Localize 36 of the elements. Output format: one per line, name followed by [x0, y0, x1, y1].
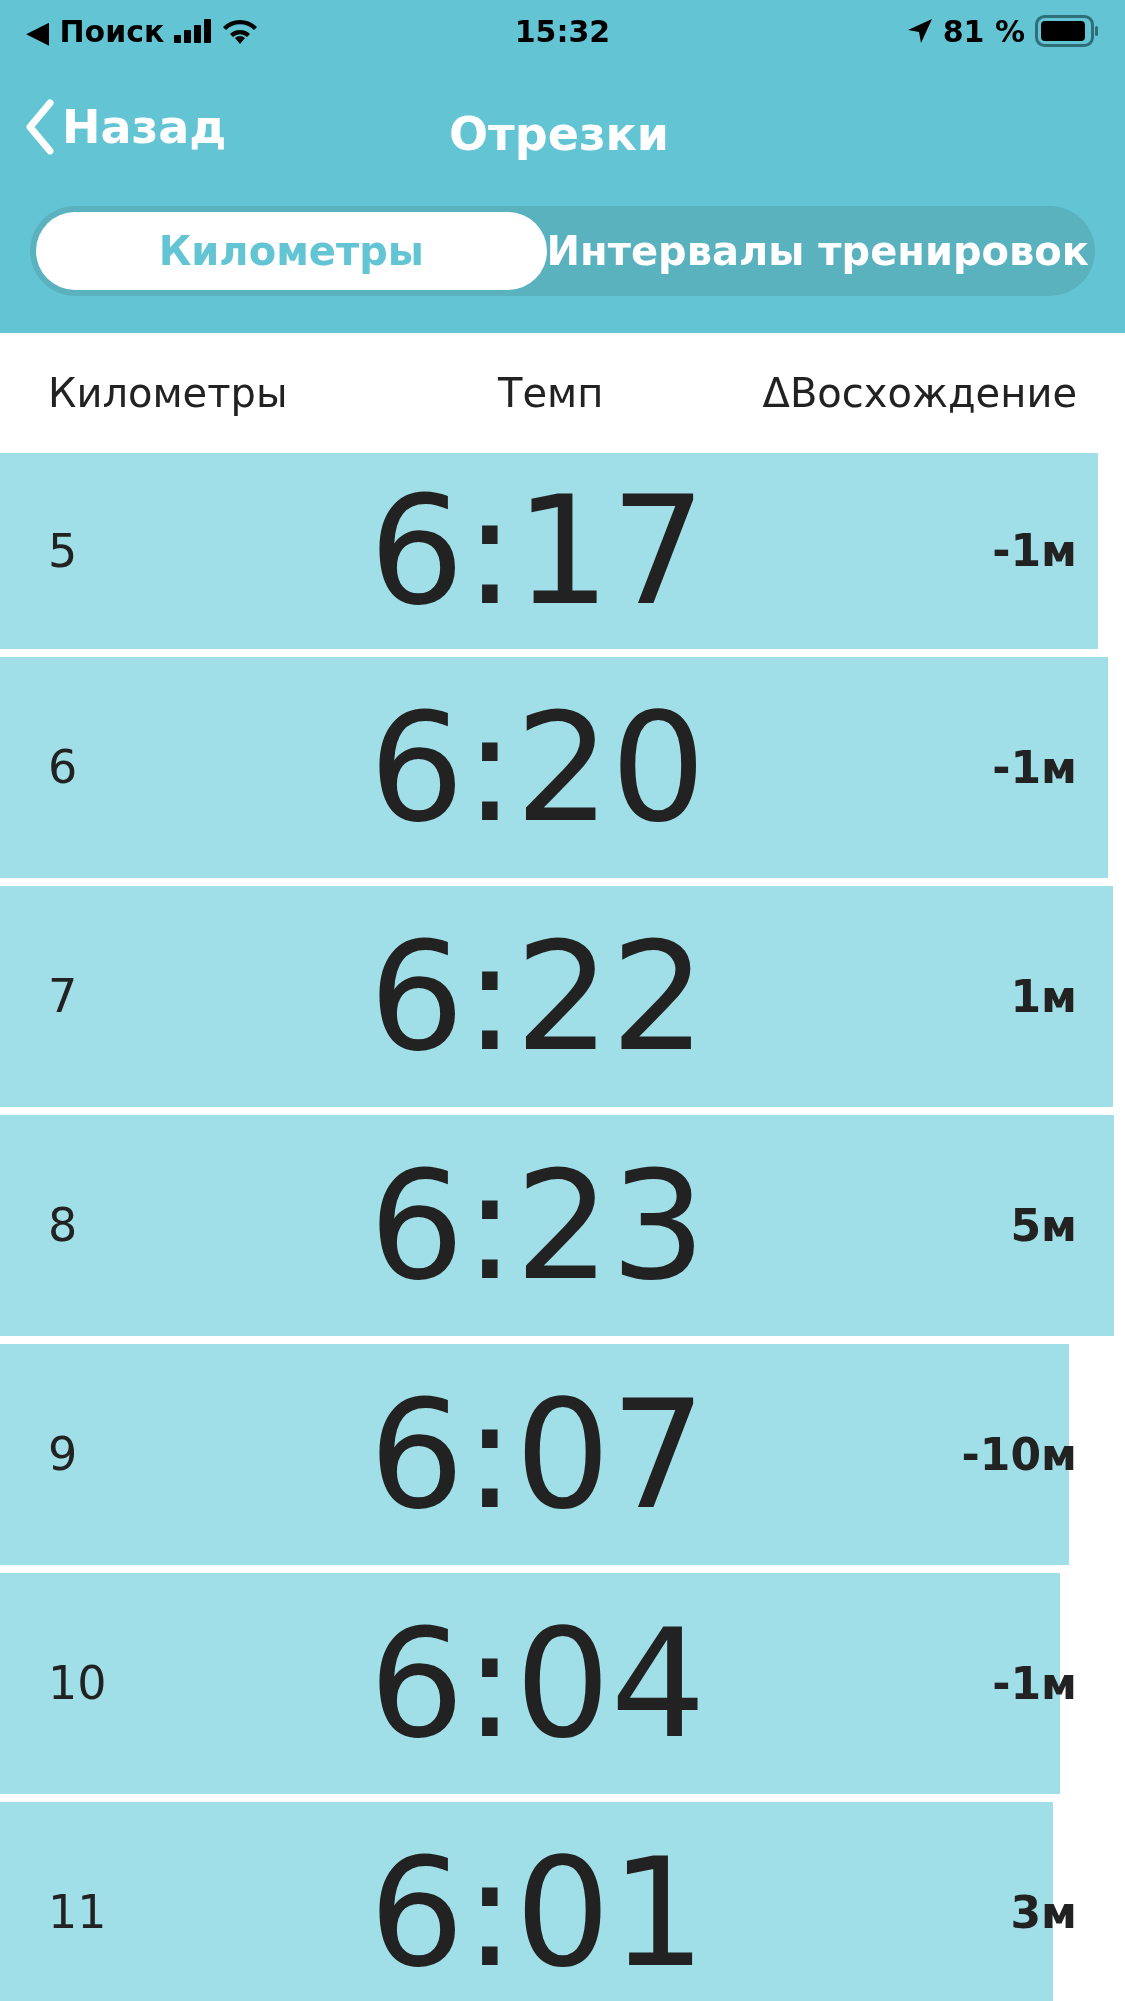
elevation-change: 3м: [1009, 1885, 1077, 1940]
back-button[interactable]: Назад: [0, 92, 227, 162]
battery-icon: [1035, 15, 1099, 47]
pace-value: 6:20: [368, 692, 707, 843]
kilometer-number: 7: [48, 968, 79, 1025]
elevation-change: -10м: [960, 1427, 1077, 1482]
pace-value: 6:07: [368, 1379, 707, 1530]
chevron-left-icon: [24, 99, 54, 155]
kilometer-number: 5: [48, 522, 79, 580]
pace-value: 6:04: [368, 1608, 707, 1759]
kilometer-number: 11: [48, 1884, 108, 1941]
battery-percent-text: 81 %: [942, 12, 1025, 51]
location-arrow-icon: [906, 18, 933, 44]
segment-tab[interactable]: Километры: [36, 212, 547, 290]
screen-title: Отрезки: [449, 106, 670, 163]
kilometer-number: 8: [48, 1197, 79, 1254]
clock-text: 15:32: [513, 12, 612, 51]
wifi-icon: [222, 18, 259, 44]
kilometer-number: 10: [48, 1655, 108, 1712]
signal-icon: [174, 19, 213, 43]
column-header: Темп: [497, 369, 605, 418]
segment-tab[interactable]: Интервалы тренировок: [546, 212, 1089, 290]
elevation-change: -1м: [991, 524, 1077, 578]
kilometer-number: 6: [48, 739, 79, 796]
pace-value: 6:17: [368, 476, 707, 626]
pace-value: 6:01: [368, 1837, 707, 1988]
pace-value: 6:22: [368, 921, 707, 1072]
column-header: ΔВосхождение: [761, 369, 1077, 418]
elevation-change: 5м: [1009, 1198, 1077, 1253]
back-to-app-link[interactable]: ◀ Поиск: [26, 8, 165, 54]
pace-value: 6:23: [368, 1150, 707, 1301]
elevation-change: -1м: [991, 740, 1077, 795]
kilometer-number: 9: [48, 1426, 79, 1483]
column-header: Километры: [48, 369, 289, 418]
elevation-change: -1м: [991, 1656, 1077, 1711]
elevation-change: 1м: [1009, 969, 1077, 1024]
